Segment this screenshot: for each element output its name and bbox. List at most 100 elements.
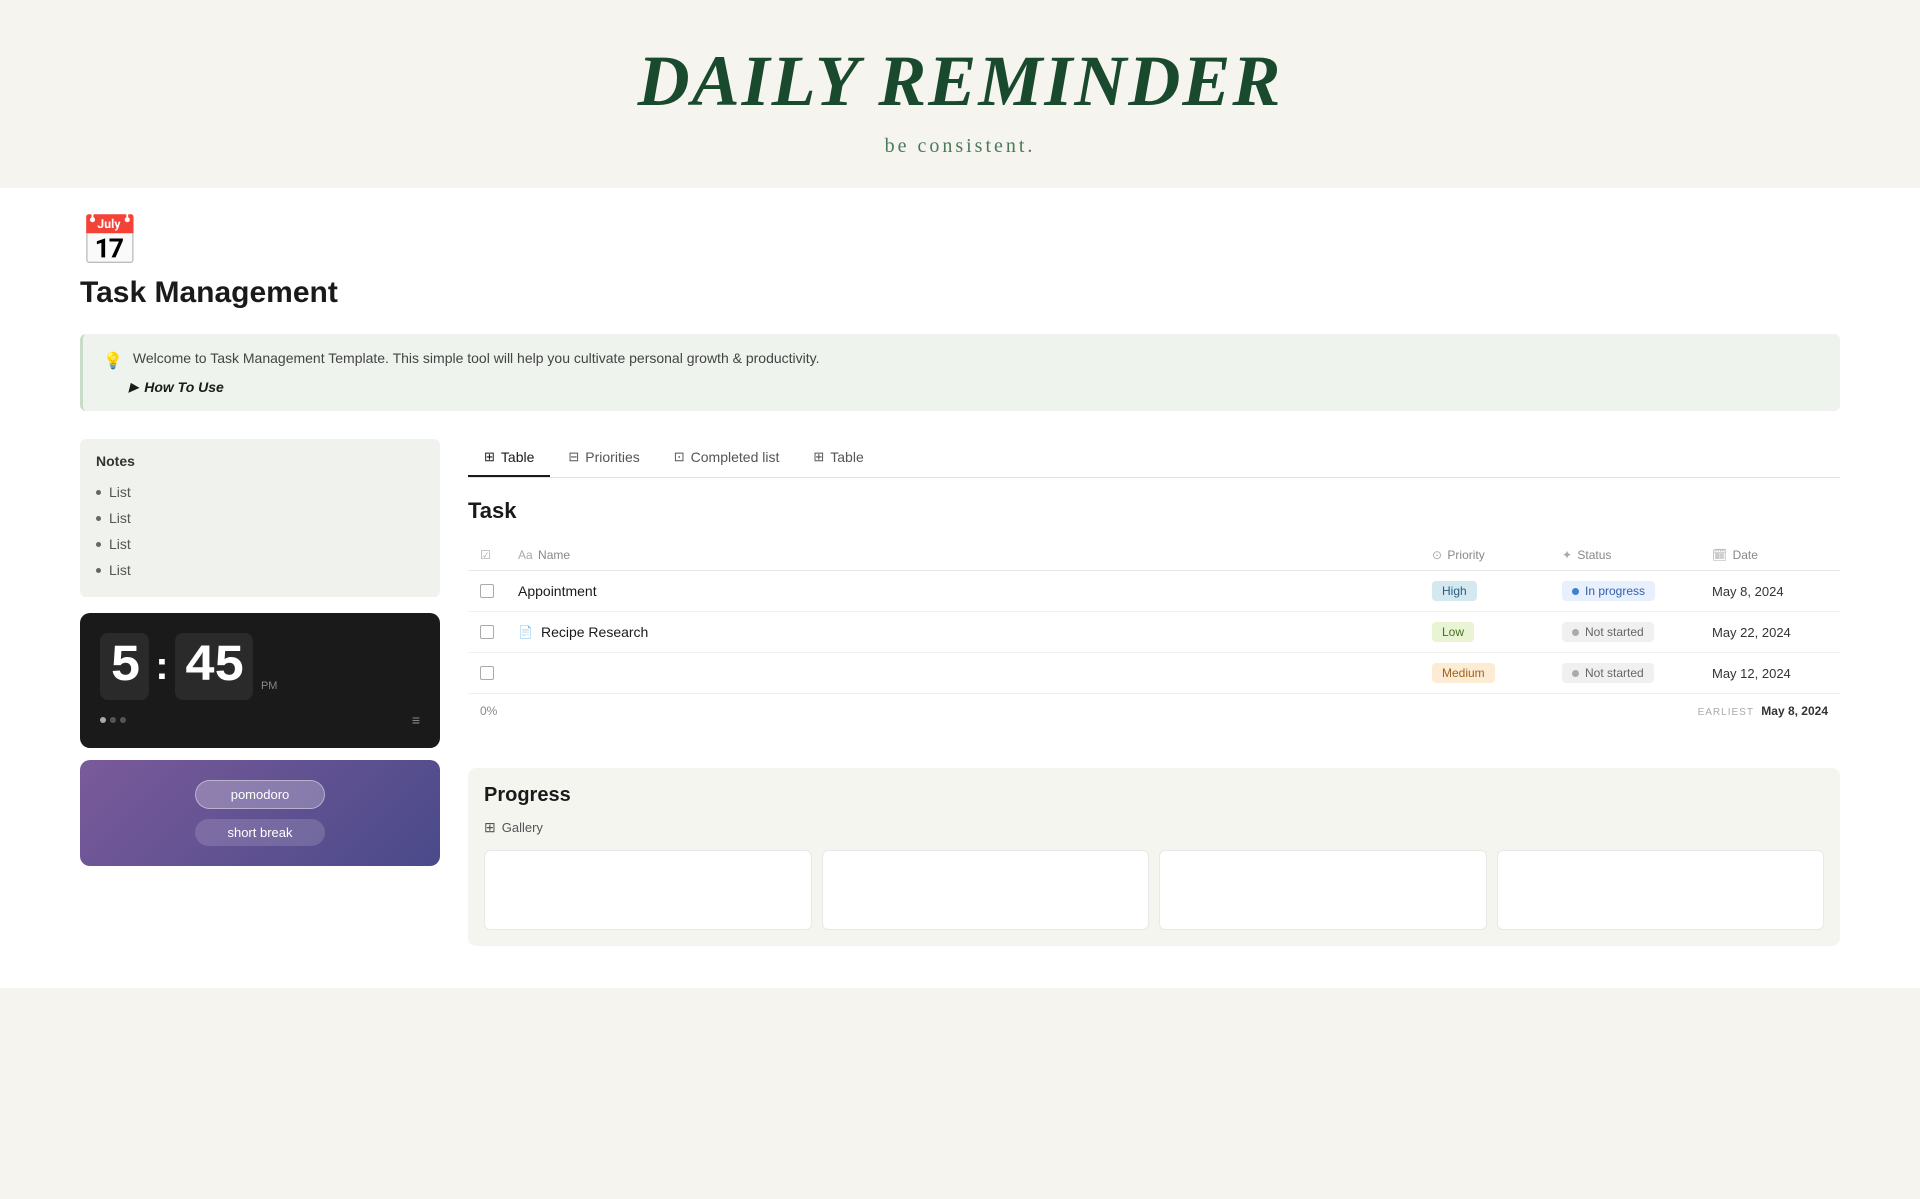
clock-controls: ≡ (100, 712, 420, 728)
row-name-cell (506, 653, 1420, 694)
clock-colon: : (155, 644, 168, 689)
th-priority-label: Priority (1447, 548, 1484, 562)
status-badge: In progress (1562, 581, 1655, 601)
row-date-cell: May 22, 2024 (1700, 612, 1840, 653)
clock-dot (120, 717, 126, 723)
tab-table-1[interactable]: ⊞ Table (468, 439, 550, 477)
th-status-label: Status (1577, 548, 1611, 562)
list-item: List (96, 505, 424, 531)
clock-menu-icon[interactable]: ≡ (412, 712, 420, 728)
task-checkbox[interactable] (480, 666, 494, 680)
table2-icon: ⊞ (813, 449, 824, 465)
task-name-text: Appointment (518, 583, 597, 599)
list-item: List (96, 479, 424, 505)
th-status: ✦ Status (1550, 540, 1700, 571)
progress-title: Progress (484, 784, 1824, 807)
list-item: List (96, 531, 424, 557)
how-to-use-toggle[interactable]: ▶ How To Use (129, 379, 1820, 395)
gallery-card (1497, 850, 1825, 930)
checkbox-wrap (480, 666, 494, 680)
tab-completed-list[interactable]: ⊡ Completed list (658, 439, 796, 477)
info-text: Welcome to Task Management Template. Thi… (133, 350, 820, 366)
status-text: Not started (1585, 666, 1644, 680)
clock-widget: 5 : 45 PM ≡ (80, 613, 440, 748)
clock-period: PM (261, 680, 278, 692)
how-to-use-label: How To Use (144, 379, 224, 395)
status-dot (1572, 670, 1579, 677)
clock-dot (110, 717, 116, 723)
gallery-card (484, 850, 812, 930)
task-section-title: Task (468, 498, 1840, 524)
th-date-label: Date (1733, 548, 1758, 562)
th-check: ☑ (468, 540, 506, 571)
bullet-icon (96, 516, 101, 521)
gallery-grid (484, 850, 1824, 930)
table-row: 📄 Recipe Research Low Not started (468, 612, 1840, 653)
task-table: ☑ Aa Name ⊙ Priority ✦ (468, 540, 1840, 694)
task-panel: ⊞ Table ⊟ Priorities ⊡ Completed list ⊞ … (468, 439, 1840, 946)
lightbulb-icon: 💡 (103, 351, 123, 371)
checkbox-wrap (480, 584, 494, 598)
header-title: DAILY REMINDER (20, 40, 1900, 123)
tab-table-2-label: Table (830, 449, 863, 465)
task-checkbox[interactable] (480, 584, 494, 598)
checkbox-wrap (480, 625, 494, 639)
row-name-cell: Appointment (506, 571, 1420, 612)
gallery-label: ⊞ Gallery (484, 819, 1824, 836)
task-name: 📄 Recipe Research (518, 624, 1408, 640)
tab-priorities[interactable]: ⊟ Priorities (552, 439, 655, 477)
list-item: List (96, 557, 424, 583)
task-date: May 8, 2024 (1712, 584, 1784, 599)
tab-table-2[interactable]: ⊞ Table (797, 439, 879, 477)
list-item-text: List (109, 562, 131, 578)
tab-completed-label: Completed list (691, 449, 780, 465)
list-item-text: List (109, 536, 131, 552)
short-break-button[interactable]: short break (195, 819, 325, 846)
th-date: 🗓 Date (1700, 540, 1840, 571)
task-checkbox[interactable] (480, 625, 494, 639)
priority-header-icon: ⊙ (1432, 548, 1442, 562)
status-dot (1572, 588, 1579, 595)
table-icon: ⊞ (484, 449, 495, 465)
info-box: 💡 Welcome to Task Management Template. T… (80, 334, 1840, 411)
bullet-icon (96, 490, 101, 495)
table-row: Appointment High In progress (468, 571, 1840, 612)
gallery-icon: ⊞ (484, 819, 496, 836)
row-check-cell (468, 653, 506, 694)
arrow-icon: ▶ (129, 380, 138, 394)
tabs-bar: ⊞ Table ⊟ Priorities ⊡ Completed list ⊞ … (468, 439, 1840, 478)
row-date-cell: May 8, 2024 (1700, 571, 1840, 612)
status-text: In progress (1585, 584, 1645, 598)
earliest-date-wrap: EARLIEST May 8, 2024 (1698, 704, 1828, 718)
date-header-icon: 🗓 (1712, 548, 1727, 562)
bullet-icon (96, 542, 101, 547)
task-section: Task ☑ Aa Name ⊙ (468, 478, 1840, 748)
row-priority-cell: Low (1420, 612, 1550, 653)
completed-icon: ⊡ (674, 449, 685, 465)
calendar-icon: 📅 (80, 218, 1840, 266)
clock-minute: 45 (175, 633, 253, 700)
gallery-card (822, 850, 1150, 930)
page-title: Task Management (80, 276, 1840, 310)
priority-badge: High (1432, 581, 1477, 601)
task-name-text: Recipe Research (541, 624, 648, 640)
list-item-text: List (109, 510, 131, 526)
bullet-icon (96, 568, 101, 573)
th-priority: ⊙ Priority (1420, 540, 1550, 571)
status-text: Not started (1585, 625, 1644, 639)
task-name: Appointment (518, 583, 1408, 599)
completion-percent: 0% (480, 704, 497, 718)
clock-dot (100, 717, 106, 723)
pomodoro-button[interactable]: pomodoro (195, 780, 325, 809)
notes-title: Notes (96, 453, 424, 469)
status-header-icon: ✦ (1562, 548, 1572, 562)
row-check-cell (468, 612, 506, 653)
priorities-icon: ⊟ (568, 449, 579, 465)
status-badge: Not started (1562, 622, 1654, 642)
task-date: May 22, 2024 (1712, 625, 1791, 640)
two-col-layout: Notes List List List List (80, 439, 1840, 946)
table-row: Medium Not started May 12, 2024 (468, 653, 1840, 694)
row-name-cell: 📄 Recipe Research (506, 612, 1420, 653)
earliest-date: May 8, 2024 (1761, 704, 1828, 718)
main-content: 📅 Task Management 💡 Welcome to Task Mana… (0, 188, 1920, 988)
